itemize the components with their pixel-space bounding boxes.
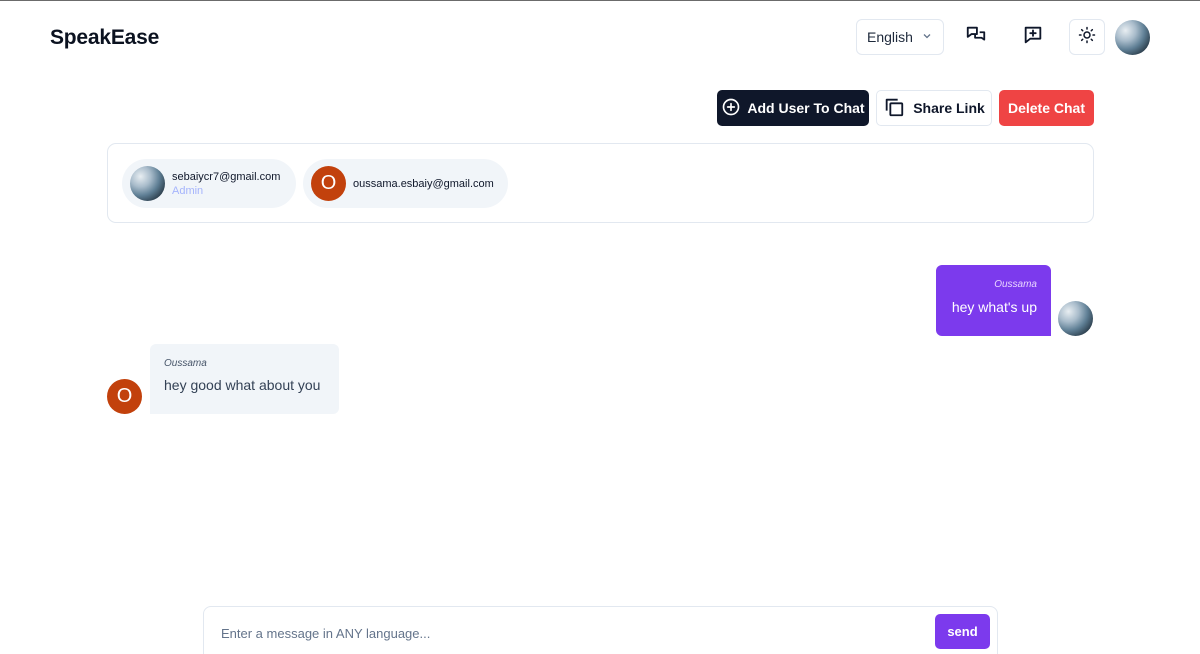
participant-chip: sebaiycr7@gmail.com Admin (122, 159, 296, 208)
new-chat-icon (1022, 24, 1044, 51)
incoming-message: Oussama hey good what about you (150, 344, 339, 414)
user-avatar[interactable] (1115, 20, 1150, 55)
share-link-button[interactable]: Share Link (876, 90, 992, 126)
add-user-label: Add User To Chat (747, 100, 865, 116)
add-user-button[interactable]: Add User To Chat (717, 90, 869, 126)
chats-button[interactable] (958, 19, 994, 55)
share-link-label: Share Link (913, 100, 985, 116)
avatar (130, 166, 165, 201)
participant-email: sebaiycr7@gmail.com (172, 170, 281, 183)
outgoing-message: Oussama hey what's up (936, 265, 1051, 336)
theme-toggle-button[interactable] (1069, 19, 1105, 55)
chevron-down-icon (921, 29, 933, 45)
message-sender: Oussama (164, 358, 207, 369)
brand-title: SpeakEase (50, 26, 160, 49)
sun-icon (1078, 26, 1096, 49)
message-input[interactable]: Enter a message in ANY language... (221, 626, 430, 641)
language-select[interactable]: English (856, 19, 944, 55)
language-value: English (867, 29, 913, 45)
new-chat-button[interactable] (1015, 19, 1051, 55)
send-button[interactable]: send (935, 614, 990, 649)
message-text: hey good what about you (164, 377, 321, 393)
participant-chip: O oussama.esbaiy@gmail.com (303, 159, 508, 208)
avatar (1058, 301, 1093, 336)
participant-email: oussama.esbaiy@gmail.com (353, 177, 494, 190)
plus-circle-icon (721, 97, 741, 120)
message-sender: Oussama (994, 279, 1037, 290)
message-composer: Enter a message in ANY language... send (203, 606, 998, 654)
message-text: hey what's up (951, 299, 1037, 315)
chats-icon (965, 24, 987, 51)
delete-chat-button[interactable]: Delete Chat (999, 90, 1094, 126)
copy-icon (883, 96, 905, 121)
avatar: O (107, 379, 142, 414)
avatar: O (311, 166, 346, 201)
participant-role: Admin (172, 184, 204, 197)
participants-panel: sebaiycr7@gmail.com Admin O oussama.esba… (107, 143, 1094, 223)
